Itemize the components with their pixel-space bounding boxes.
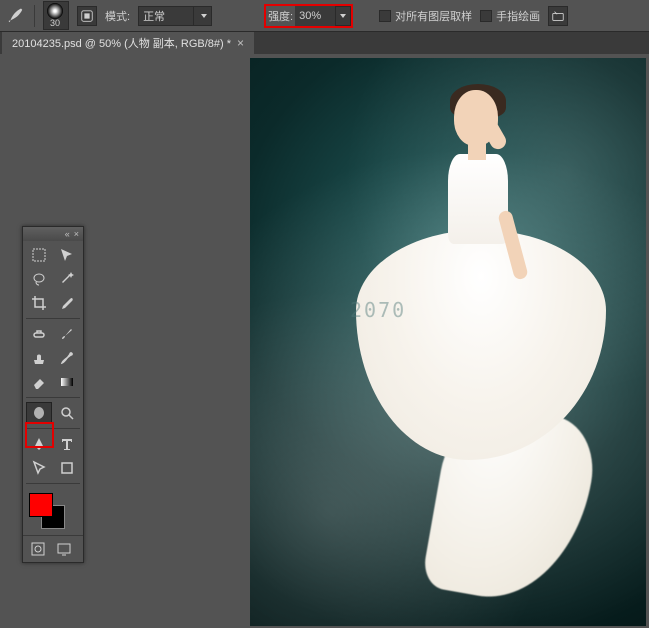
smudge-tool[interactable] (26, 402, 52, 424)
marquee-tool[interactable] (26, 244, 52, 266)
divider (26, 318, 80, 319)
clone-stamp-tool[interactable] (26, 347, 52, 369)
magic-wand-tool[interactable] (54, 268, 80, 290)
strength-value: 30% (299, 10, 321, 22)
checkbox-icon (480, 10, 492, 22)
pen-tool[interactable] (26, 433, 52, 455)
gradient-tool[interactable] (54, 371, 80, 393)
color-swatches[interactable] (23, 489, 83, 535)
strength-label: 强度: (266, 8, 295, 24)
brush-tool[interactable] (54, 323, 80, 345)
brush-size-value: 30 (50, 19, 60, 28)
dodge-tool[interactable] (54, 402, 80, 424)
close-icon: × (74, 229, 79, 239)
close-icon[interactable]: × (237, 36, 244, 50)
active-tool-icon (6, 6, 26, 26)
divider (26, 428, 80, 429)
canvas-artwork (336, 80, 616, 600)
tools-panel: « × (22, 226, 84, 563)
work-area: 2070 « × (0, 54, 649, 628)
chevron-down-icon (201, 14, 207, 18)
canvas-watermark: 2070 (350, 298, 406, 322)
brush-preset-picker[interactable]: 30 (43, 1, 69, 30)
history-brush-tool[interactable] (54, 347, 80, 369)
brush-thumb-icon (47, 3, 63, 19)
document-title: 20104235.psd @ 50% (人物 副本, RGB/8#) * (12, 35, 231, 51)
document-tab[interactable]: 20104235.psd @ 50% (人物 副本, RGB/8#) * × (2, 32, 254, 54)
strength-control: 强度: 30% (264, 4, 353, 28)
eyedropper-tool[interactable] (54, 292, 80, 314)
options-bar: 30 模式: 正常 强度: 30% 对所有图层取样 手指绘画 (0, 0, 649, 32)
tablet-pressure-button[interactable] (548, 6, 568, 26)
tools-grid (23, 241, 83, 489)
mode-dropdown[interactable]: 正常 (138, 6, 212, 26)
sample-all-label: 对所有图层取样 (395, 8, 472, 24)
foreground-color-swatch[interactable] (29, 493, 53, 517)
tools-panel-footer (23, 535, 83, 562)
healing-brush-tool[interactable] (26, 323, 52, 345)
divider (34, 5, 35, 27)
collapse-icon: « (65, 229, 70, 239)
document-tab-bar: 20104235.psd @ 50% (人物 副本, RGB/8#) * × (0, 32, 649, 54)
crop-tool[interactable] (26, 292, 52, 314)
path-selection-tool[interactable] (26, 457, 52, 479)
divider (26, 483, 80, 484)
mode-value: 正常 (143, 8, 189, 24)
tools-panel-header[interactable]: « × (23, 227, 83, 241)
finger-painting-option[interactable]: 手指绘画 (480, 8, 540, 24)
sample-all-layers-option[interactable]: 对所有图层取样 (379, 8, 472, 24)
eraser-tool[interactable] (26, 371, 52, 393)
strength-dropdown-button[interactable] (335, 6, 351, 26)
quick-mask-button[interactable] (27, 540, 49, 558)
chevron-down-icon (340, 14, 346, 18)
document-canvas[interactable]: 2070 (250, 58, 646, 626)
strength-input[interactable]: 30% (295, 6, 335, 26)
shape-tool[interactable] (54, 457, 80, 479)
brush-panel-toggle-button[interactable] (77, 6, 97, 26)
lasso-tool[interactable] (26, 268, 52, 290)
type-tool[interactable] (54, 433, 80, 455)
screen-mode-button[interactable] (53, 540, 75, 558)
checkbox-icon (379, 10, 391, 22)
finger-paint-label: 手指绘画 (496, 8, 540, 24)
mode-label: 模式: (105, 8, 130, 24)
move-tool[interactable] (54, 244, 80, 266)
divider (26, 397, 80, 398)
